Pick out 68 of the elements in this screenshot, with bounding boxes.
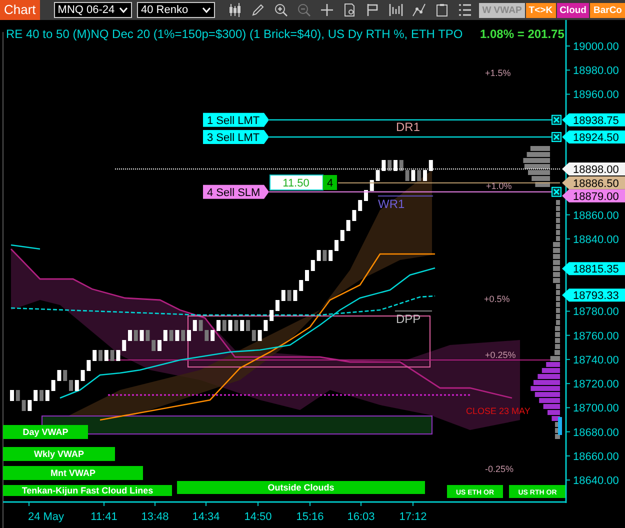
time-axis-label: 16:03 bbox=[347, 511, 375, 523]
indicator-label: Mnt VWAP bbox=[3, 466, 143, 480]
price-axis-label: 18640.00 bbox=[573, 475, 619, 488]
toolbar-button[interactable]: Cloud bbox=[556, 2, 590, 18]
position-pnl: 11.50 bbox=[270, 174, 324, 190]
instrument-dropdown[interactable]: MNQ 06-24 bbox=[54, 2, 132, 18]
order-label[interactable]: 3 Sell LMT bbox=[203, 130, 269, 144]
price-axis-label: 18840.00 bbox=[573, 234, 619, 246]
indicator-label: Tenkan-Kijun Fast Cloud Lines bbox=[3, 485, 172, 496]
crosshair-icon[interactable] bbox=[320, 3, 334, 17]
indicator-label: Day VWAP bbox=[3, 425, 88, 439]
close-icon[interactable] bbox=[552, 186, 562, 197]
level-label: +0.5% bbox=[484, 294, 510, 304]
indicator-label: Outside Clouds bbox=[177, 481, 425, 494]
list-icon[interactable] bbox=[458, 3, 472, 17]
level-label: -0.25% bbox=[485, 464, 514, 474]
order-label[interactable]: 4 Sell SLM bbox=[203, 184, 269, 199]
time-axis-label: 14:34 bbox=[192, 511, 220, 523]
bar-chart-icon[interactable] bbox=[389, 3, 404, 17]
level-label: DPP bbox=[396, 312, 421, 326]
level-label: +1.5% bbox=[485, 68, 511, 78]
level-label: WR1 bbox=[378, 197, 405, 211]
price-marker: 18815.35 bbox=[562, 262, 625, 276]
zoom-out-icon[interactable] bbox=[297, 3, 312, 17]
price-axis-label: 18740.00 bbox=[573, 354, 619, 366]
volume-profile-drawing bbox=[523, 146, 550, 187]
volume-bar bbox=[558, 417, 562, 435]
level-line bbox=[394, 310, 432, 312]
price-marker: 18924.50 bbox=[562, 130, 625, 144]
bar-type-dropdown[interactable]: 40 Renko bbox=[137, 2, 216, 18]
time-axis-label: 15:16 bbox=[296, 511, 324, 523]
price-axis-label: 18700.00 bbox=[573, 402, 619, 415]
chart-header: RE 40 to 50 (M)NQ Dec 20 (1%=150p=$300) (1 Brick=$40), US Dy RTH %, ETH TPO bbox=[6, 27, 463, 41]
price-axis-label: 19000.00 bbox=[573, 41, 619, 53]
close-icon[interactable] bbox=[552, 132, 562, 142]
caret-icon bbox=[119, 7, 128, 13]
price-axis-label: 18980.00 bbox=[573, 65, 619, 78]
chart-readout: 1.08% = 201.75 bbox=[480, 27, 564, 41]
document-search-icon[interactable] bbox=[343, 3, 358, 17]
line-nodes-icon[interactable] bbox=[412, 3, 426, 17]
order-label[interactable]: 1 Sell LMT bbox=[203, 112, 269, 127]
caret-icon bbox=[202, 7, 212, 13]
time-axis-label: 13:48 bbox=[141, 511, 169, 523]
flag-icon[interactable] bbox=[366, 3, 380, 17]
price-axis-label: 18960.00 bbox=[573, 89, 619, 102]
level-label: +0.25% bbox=[485, 350, 516, 360]
candlestick-icon[interactable] bbox=[228, 3, 242, 17]
level-label: DR1 bbox=[396, 120, 420, 134]
price-axis-label: 18780.00 bbox=[573, 306, 619, 318]
price-axis-label: 18660.00 bbox=[573, 450, 619, 463]
price-marker: 18793.33 bbox=[562, 288, 625, 302]
indicator-label: Wkly VWAP bbox=[3, 447, 115, 461]
time-axis-label: 24 May bbox=[28, 511, 64, 523]
level-label: +1.0% bbox=[486, 181, 512, 191]
clipboard-icon[interactable] bbox=[435, 3, 450, 17]
pencil-icon[interactable] bbox=[251, 3, 266, 17]
time-axis-label: 11:41 bbox=[90, 511, 118, 523]
time-axis-label: 17:12 bbox=[399, 511, 427, 523]
time-axis-label: 14:50 bbox=[244, 511, 272, 523]
zoom-in-icon[interactable] bbox=[274, 3, 288, 17]
price-axis-label: 18760.00 bbox=[573, 330, 619, 342]
price-axis-label: 18720.00 bbox=[573, 378, 619, 391]
position-quantity: 4 bbox=[323, 175, 337, 190]
price-axis-label: 18680.00 bbox=[573, 426, 619, 439]
price-axis-label: 18860.00 bbox=[573, 210, 619, 222]
chart-tab[interactable]: Chart bbox=[0, 0, 40, 20]
close-icon[interactable] bbox=[552, 114, 562, 125]
level-label: CLOSE 23 MAY bbox=[466, 406, 530, 416]
